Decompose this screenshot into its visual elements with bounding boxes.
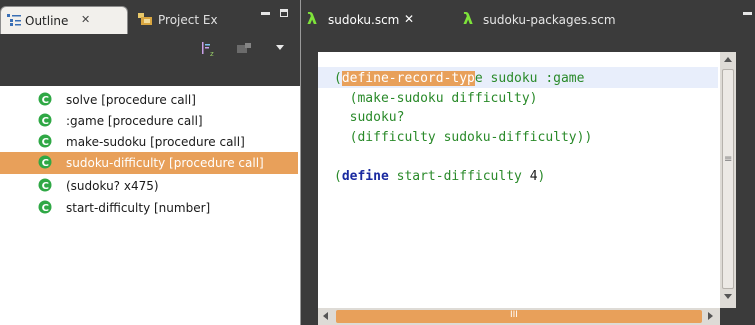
code-token: start-difficulty (388, 168, 530, 184)
horizontal-scroll-thumb[interactable]: III (336, 310, 702, 323)
outline-toolbar: z (0, 34, 300, 86)
vertical-scroll-thumb[interactable]: ≡ (722, 69, 734, 289)
horizontal-scrollbar[interactable]: III (318, 308, 720, 325)
scroll-corner (720, 308, 736, 325)
procedure-icon: C (38, 134, 52, 148)
procedure-icon: C (38, 155, 52, 169)
code-keyword: define (341, 168, 389, 184)
tab-outline-label: Outline (25, 14, 69, 28)
svg-text:C: C (42, 95, 49, 106)
code-token: ( (334, 71, 342, 86)
lambda-icon: λ (463, 9, 474, 28)
tab-project-explorer[interactable]: Project Ex (136, 6, 246, 34)
svg-text:C: C (42, 158, 49, 169)
tab-outline[interactable]: Outline ✕ (0, 6, 128, 34)
procedure-icon: C (38, 200, 52, 214)
editor-tab-sudoku[interactable]: λ sudoku.scm ✕ (301, 6, 441, 34)
outline-item-label: make-sudoku [procedure call] (66, 135, 245, 149)
maximize-view-icon[interactable] (280, 9, 288, 17)
code-line: (difficulty sudoku-difficulty)) (334, 129, 593, 145)
outline-icon (7, 14, 21, 26)
outline-item-label: (sudoku? x475) (66, 179, 159, 193)
eclipse-window: Outline ✕ Project Ex z C solve [procedur… (0, 0, 755, 325)
code-editor[interactable]: (define-record-type sudoku :game (make-s… (318, 52, 736, 308)
scroll-grip: III (510, 310, 518, 320)
lambda-icon: λ (307, 9, 318, 28)
svg-text:C: C (42, 181, 49, 192)
procedure-icon: C (38, 113, 52, 127)
outline-item-label: :game [procedure call] (66, 114, 203, 128)
scroll-left-icon[interactable] (323, 312, 328, 320)
outline-item-label: start-difficulty [number] (66, 201, 211, 215)
editor-tab-sudoku-label: sudoku.scm (328, 13, 400, 27)
outline-item[interactable]: C :game [procedure call] (0, 110, 298, 132)
outline-view: Outline ✕ Project Ex z C solve [procedur… (0, 0, 301, 325)
minimize-view-icon[interactable] (261, 12, 270, 15)
outline-item-label: solve [procedure call] (66, 93, 196, 107)
editor-minimize-icon[interactable] (743, 12, 752, 15)
svg-text:C: C (42, 137, 49, 148)
code-line: sudoku? (334, 110, 405, 126)
code-selection: define-record-typ (341, 71, 475, 86)
outline-item-label: sudoku-difficulty [procedure call] (66, 156, 264, 170)
code-line: (make-sudoku difficulty) (334, 90, 538, 106)
code-token: ( (334, 168, 342, 184)
code-token: e sudoku :game (474, 71, 585, 86)
code-text[interactable]: (define-record-type sudoku :game (make-s… (334, 69, 592, 187)
sort-icon[interactable]: z (201, 41, 217, 58)
outline-item[interactable]: C (sudoku? x475) (0, 175, 298, 197)
scroll-down-icon[interactable] (724, 294, 732, 299)
project-explorer-icon (138, 13, 152, 26)
view-menu-icon[interactable] (276, 45, 284, 50)
vertical-scrollbar[interactable]: ≡ (720, 52, 736, 308)
svg-text:C: C (42, 116, 49, 127)
procedure-icon: C (38, 92, 52, 106)
tab-project-explorer-label: Project Ex (158, 13, 218, 27)
editor-tab-packages[interactable]: λ sudoku-packages.scm (459, 6, 639, 34)
outline-item[interactable]: C solve [procedure call] (0, 89, 298, 111)
outline-item-selected[interactable]: C sudoku-difficulty [procedure call] (0, 152, 298, 174)
editor-tab-packages-label: sudoku-packages.scm (483, 13, 616, 27)
editor-area: λ sudoku.scm ✕ λ sudoku-packages.scm (de… (301, 0, 755, 325)
scroll-up-icon[interactable] (724, 57, 732, 62)
outline-item[interactable]: C make-sudoku [procedure call] (0, 131, 298, 153)
outline-item[interactable]: C start-difficulty [number] (0, 197, 298, 219)
procedure-icon: C (38, 178, 52, 192)
outline-tab-bar: Outline ✕ Project Ex (0, 0, 300, 34)
svg-text:z: z (210, 50, 214, 57)
scroll-right-icon[interactable] (708, 312, 713, 320)
code-token: ) (537, 168, 546, 184)
svg-text:C: C (42, 203, 49, 214)
outline-tree: C solve [procedure call] C :game [proced… (0, 86, 300, 325)
editor-tab-close-icon[interactable]: ✕ (404, 12, 414, 26)
scroll-grip: ≡ (724, 154, 733, 165)
code-number: 4 (529, 168, 538, 184)
tab-outline-close-icon[interactable]: ✕ (81, 13, 90, 26)
filter-icon[interactable] (236, 42, 252, 56)
